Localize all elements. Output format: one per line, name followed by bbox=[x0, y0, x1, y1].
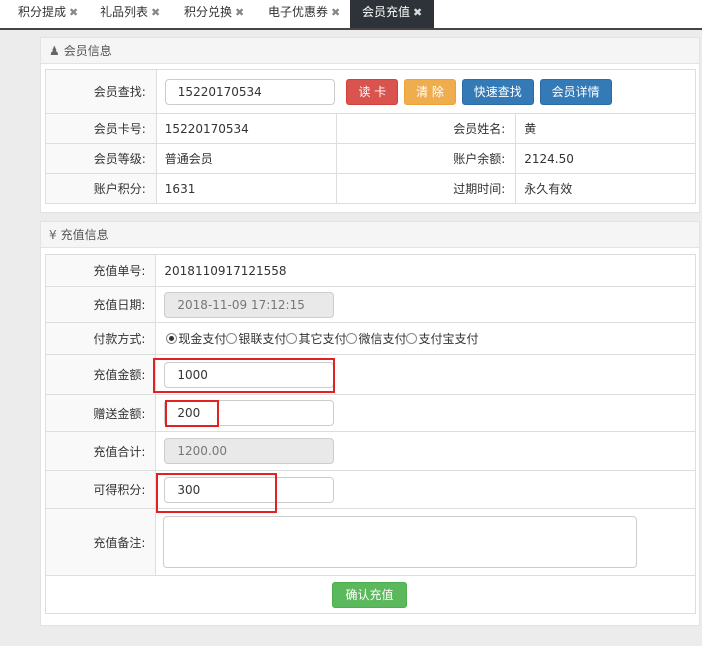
radio-icon[interactable] bbox=[286, 333, 298, 344]
highlight-box-gift bbox=[165, 400, 219, 427]
search-label: 会员查找: bbox=[45, 69, 157, 114]
recharge-date-input: 2018-11-09 17:12:15 bbox=[164, 291, 335, 318]
balance-label: 账户余额: bbox=[335, 143, 517, 174]
earn-points-label: 可得积分: bbox=[44, 470, 157, 509]
pay-option-label: 现金支付 bbox=[178, 332, 227, 346]
recharge-info-panel: ¥ 充值信息 充值单号: 2018110917121558 充值日期: 2018-… bbox=[40, 221, 700, 626]
radio-icon[interactable] bbox=[346, 333, 358, 344]
member-search-cell: 15220170534 读 卡 清 除 快速查找 会员详情 bbox=[155, 69, 697, 114]
tab-bar: 积分提成 ✖ 礼品列表 ✖ 积分兑换 ✖ 电子优惠券 ✖ 会员充值 ✖ bbox=[0, 0, 702, 30]
tab-label: 电子优惠券 bbox=[268, 5, 329, 19]
pay-option-label: 支付宝支付 bbox=[418, 332, 479, 346]
pay-option-label: 微信支付 bbox=[358, 332, 407, 346]
member-info-title: 会员信息 bbox=[63, 44, 112, 58]
remark-label: 充值备注: bbox=[44, 508, 157, 576]
radio-icon[interactable] bbox=[226, 333, 238, 344]
name-label: 会员姓名: bbox=[335, 113, 517, 144]
member-search-input[interactable]: 15220170534 bbox=[164, 78, 335, 105]
level-label: 会员等级: bbox=[45, 143, 157, 174]
tab-e-coupons[interactable]: 电子优惠券 ✖ bbox=[256, 0, 349, 28]
tab-label: 积分兑换 bbox=[184, 5, 233, 19]
close-icon[interactable]: ✖ bbox=[69, 6, 78, 19]
tab-label: 会员充值 bbox=[362, 5, 411, 19]
tab-points-exchange[interactable]: 积分兑换 ✖ bbox=[172, 0, 252, 28]
clear-button[interactable]: 清 除 bbox=[404, 78, 456, 105]
order-no-label: 充值单号: bbox=[44, 254, 157, 287]
pay-method-group: 现金支付 银联支付 其它支付 微信支付 支付宝支付 bbox=[155, 322, 696, 355]
pay-option-cash[interactable]: 现金支付 bbox=[166, 332, 226, 346]
points-label: 账户积分: bbox=[45, 173, 157, 204]
radio-icon[interactable] bbox=[166, 333, 178, 344]
tab-label: 积分提成 bbox=[18, 5, 67, 19]
highlight-box-points bbox=[156, 473, 277, 513]
close-icon[interactable]: ✖ bbox=[331, 6, 340, 19]
tab-points-commission[interactable]: 积分提成 ✖ bbox=[4, 0, 81, 28]
quick-search-button[interactable]: 快速查找 bbox=[461, 78, 534, 105]
recharge-info-title: 充值信息 bbox=[60, 228, 109, 242]
gift-label: 赠送金额: bbox=[44, 394, 157, 432]
tab-label: 礼品列表 bbox=[100, 5, 149, 19]
card-no-label: 会员卡号: bbox=[45, 113, 157, 144]
tab-member-recharge[interactable]: 会员充值 ✖ bbox=[350, 0, 434, 28]
pay-option-label: 其它支付 bbox=[298, 332, 347, 346]
radio-icon[interactable] bbox=[406, 333, 418, 344]
member-info-header: ♟ 会员信息 bbox=[41, 38, 699, 64]
user-icon: ♟ bbox=[49, 44, 60, 58]
member-info-panel: ♟ 会员信息 会员查找: 15220170534 读 卡 清 除 快速查找 会员详… bbox=[40, 37, 700, 213]
close-icon[interactable]: ✖ bbox=[413, 6, 422, 19]
highlight-box-amount bbox=[153, 358, 335, 393]
pay-option-alipay[interactable]: 支付宝支付 bbox=[406, 332, 478, 346]
expire-value: 永久有效 bbox=[515, 173, 696, 204]
recharge-form-table: 充值单号: 2018110917121558 充值日期: 2018-11-09 … bbox=[44, 254, 696, 614]
confirm-recharge-button[interactable]: 确认充值 bbox=[332, 581, 407, 608]
remark-textarea[interactable] bbox=[163, 516, 638, 568]
order-no-value: 2018110917121558 bbox=[155, 254, 696, 287]
pay-option-label: 银联支付 bbox=[238, 332, 287, 346]
pay-option-wechat[interactable]: 微信支付 bbox=[346, 332, 406, 346]
balance-value: 2124.50 bbox=[515, 143, 696, 174]
member-details-button[interactable]: 会员详情 bbox=[539, 78, 612, 105]
recharge-info-header: ¥ 充值信息 bbox=[41, 222, 699, 248]
pay-option-other[interactable]: 其它支付 bbox=[286, 332, 346, 346]
level-value: 普通会员 bbox=[155, 143, 337, 174]
date-label: 充值日期: bbox=[44, 286, 157, 323]
pay-option-unionpay[interactable]: 银联支付 bbox=[226, 332, 286, 346]
member-info-table: 会员查找: 15220170534 读 卡 清 除 快速查找 会员详情 会员卡号… bbox=[45, 69, 697, 204]
confirm-cell: 确认充值 bbox=[45, 575, 696, 614]
expire-label: 过期时间: bbox=[335, 173, 517, 204]
card-no-value: 15220170534 bbox=[155, 113, 337, 144]
read-card-button[interactable]: 读 卡 bbox=[346, 78, 399, 105]
close-icon[interactable]: ✖ bbox=[235, 6, 244, 19]
pay-method-label: 付款方式: bbox=[44, 322, 157, 355]
recharge-total-input: 1200.00 bbox=[164, 438, 335, 464]
name-value: 黄 bbox=[515, 113, 696, 144]
close-icon[interactable]: ✖ bbox=[151, 6, 160, 19]
amount-label: 充值金额: bbox=[44, 354, 157, 395]
points-value: 1631 bbox=[155, 173, 337, 204]
total-label: 充值合计: bbox=[44, 431, 157, 471]
tab-gift-list[interactable]: 礼品列表 ✖ bbox=[88, 0, 166, 28]
yen-icon: ¥ bbox=[49, 228, 57, 242]
